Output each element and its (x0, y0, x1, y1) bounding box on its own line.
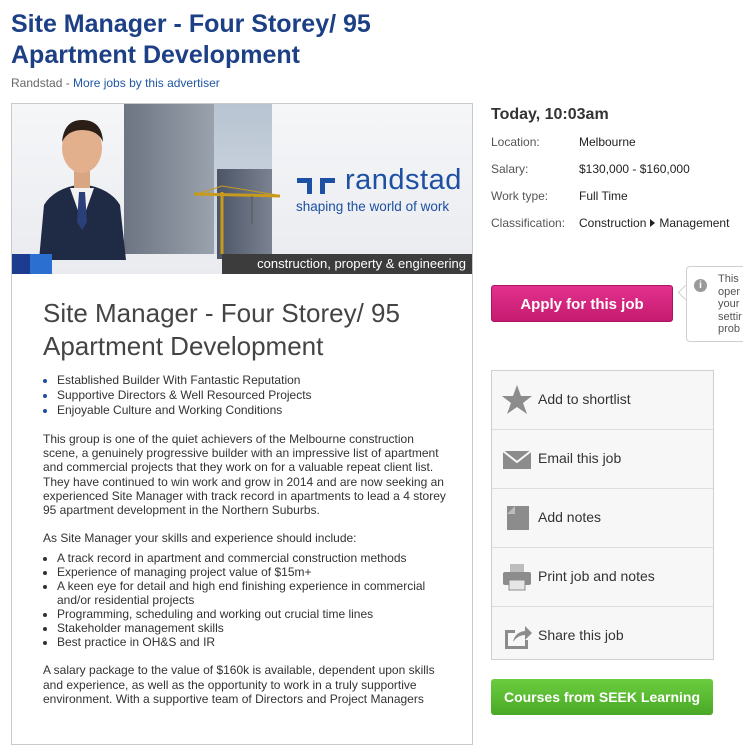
list-item: Enjoyable Culture and Working Conditions (57, 403, 448, 418)
add-notes-action[interactable]: Add notes (492, 489, 713, 548)
more-jobs-link[interactable]: More jobs by this advertiser (73, 76, 220, 90)
job-title: Site Manager - Four Storey/ 95 Apartment… (11, 10, 371, 69)
banner-accent-dark (12, 254, 30, 274)
classification-label: Classification: (491, 216, 566, 230)
apply-button[interactable]: Apply for this job (491, 285, 673, 322)
detail-row-location: Location: Melbourne (491, 135, 741, 162)
detail-row-salary: Salary: $130,000 - $160,000 (491, 162, 741, 189)
work-type-value: Full Time (579, 189, 628, 203)
banner-tagline: shaping the world of work (296, 199, 450, 214)
advertiser-name: Randstad (11, 76, 63, 90)
salary-value: $130,000 - $160,000 (579, 162, 690, 176)
ad-content: Site Manager - Four Storey/ 95 Apartment… (43, 297, 448, 706)
work-type-label: Work type: (491, 189, 549, 203)
salary-paragraph: A salary package to the value of $160k i… (43, 663, 435, 706)
info-tooltip: i This oper your settir prob (686, 266, 743, 342)
sub-classification-link[interactable]: Management (659, 216, 729, 230)
list-item: Supportive Directors & Well Resourced Pr… (57, 388, 448, 403)
list-item: Best practice in OH&S and IR (57, 635, 448, 649)
add-notes-label: Add notes (538, 509, 602, 525)
intro-paragraph: This group is one of the quiet achievers… (43, 432, 446, 518)
email-job-action[interactable]: Email this job (492, 430, 713, 489)
banner-accent-light (30, 254, 52, 274)
advertiser-line: Randstad - More jobs by this advertiser (11, 76, 220, 90)
tooltip-line: oper (718, 285, 741, 298)
list-item: Established Builder With Fantastic Reput… (57, 373, 448, 388)
crane-illustration (193, 185, 281, 254)
randstad-logo-text: randstad (345, 164, 462, 196)
detail-row-classification: Classification: Construction Management (491, 216, 741, 243)
list-item: A keen eye for detail and high end finis… (57, 579, 448, 607)
share-job-action[interactable]: Share this job (492, 607, 713, 665)
envelope-icon (502, 450, 532, 469)
job-ad-panel: randstad shaping the world of work const… (11, 103, 473, 745)
tooltip-line: your (718, 298, 740, 310)
share-icon (505, 626, 532, 649)
job-actions-panel: Add to shortlist Email this job Add note… (491, 370, 714, 660)
skills-intro: As Site Manager your skills and experien… (43, 531, 357, 546)
list-item: Programming, scheduling and working out … (57, 607, 448, 621)
posted-date: Today, 10:03am (491, 106, 609, 123)
tooltip-line: This (718, 273, 739, 285)
print-job-action[interactable]: Print job and notes (492, 548, 713, 607)
classification-link[interactable]: Construction (579, 216, 646, 230)
info-icon: i (694, 279, 707, 292)
list-item: A track record in apartment and commerci… (57, 551, 448, 565)
list-item: Experience of managing project value of … (57, 565, 448, 579)
email-job-label: Email this job (538, 450, 622, 466)
banner-strip: construction, property & engineering (222, 254, 472, 274)
share-job-label: Share this job (538, 627, 624, 643)
location-value: Melbourne (579, 135, 636, 149)
salary-label: Salary: (491, 162, 529, 176)
note-icon (507, 506, 529, 530)
star-icon (502, 385, 532, 414)
list-item: Stakeholder management skills (57, 621, 448, 635)
detail-row-work-type: Work type: Full Time (491, 189, 741, 216)
classification-value: Construction Management (579, 216, 729, 230)
add-to-shortlist-action[interactable]: Add to shortlist (492, 371, 713, 430)
tooltip-text: This oper your settir prob (718, 273, 742, 336)
highlights-list: Established Builder With Fantastic Reput… (43, 373, 448, 418)
tooltip-line: settir (718, 310, 742, 323)
tooltip-line: prob (718, 323, 741, 335)
skills-list: A track record in apartment and commerci… (43, 551, 448, 649)
job-details: Location: Melbourne Salary: $130,000 - $… (491, 135, 741, 243)
ad-heading: Site Manager - Four Storey/ 95 Apartment… (43, 298, 400, 361)
location-label: Location: (491, 135, 540, 149)
add-to-shortlist-label: Add to shortlist (538, 391, 631, 407)
businessman-photo (39, 120, 126, 260)
courses-button[interactable]: Courses from SEEK Learning (491, 679, 713, 715)
advertiser-separator: - (62, 76, 74, 90)
chevron-right-icon (650, 219, 656, 227)
print-job-label: Print job and notes (538, 568, 655, 584)
randstad-logo-icon (297, 178, 335, 194)
ad-banner: randstad shaping the world of work const… (12, 104, 472, 274)
printer-icon (503, 564, 531, 591)
